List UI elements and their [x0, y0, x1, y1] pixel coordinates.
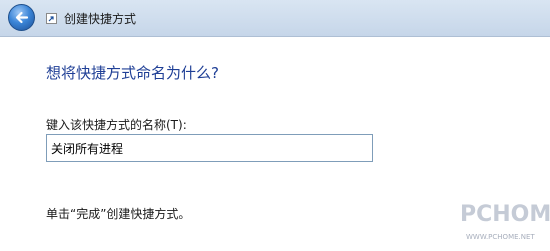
- back-arrow-icon: [15, 11, 29, 24]
- shortcut-icon: [46, 13, 57, 24]
- shortcut-name-label: 键入该快捷方式的名称(T):: [46, 118, 187, 132]
- title-bar: 创建快捷方式: [0, 0, 550, 37]
- window-title: 创建快捷方式: [64, 12, 137, 26]
- watermark-logo: PCHOME: [460, 202, 550, 227]
- shortcut-name-input[interactable]: [46, 134, 373, 162]
- finish-hint-text: 单击“完成”创建快捷方式。: [46, 207, 191, 221]
- back-button[interactable]: [8, 4, 35, 31]
- watermark-url: WWW.PCHOME.NET: [466, 233, 535, 241]
- pchome-watermark: PCHOME WWW.PCHOME.NET: [452, 200, 550, 248]
- page-heading: 想将快捷方式命名为什么?: [46, 64, 219, 82]
